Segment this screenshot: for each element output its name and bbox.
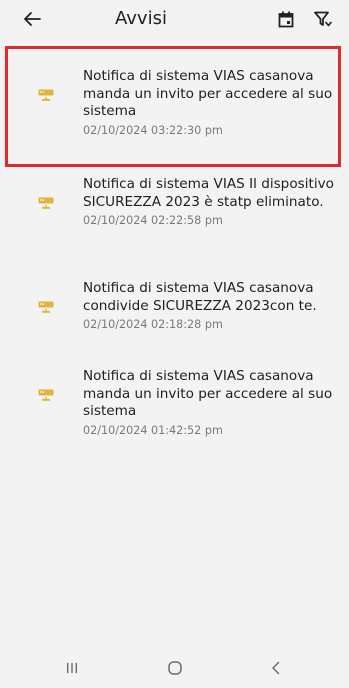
notification-timestamp: 02/10/2024 02:22:58 pm	[83, 214, 223, 227]
device-icon	[38, 386, 54, 401]
device-icon	[38, 86, 54, 101]
notification-timestamp: 02/10/2024 01:42:52 pm	[83, 423, 223, 437]
notification-message: Notifica di sistema VIAS Il dispositivo …	[83, 176, 334, 210]
notification-message: Notifica di sistema VIAS casanova condiv…	[83, 280, 317, 314]
calendar-icon[interactable]	[276, 9, 296, 29]
arrow-left-icon[interactable]	[21, 8, 43, 30]
home-icon[interactable]	[165, 658, 185, 678]
system-nav-bar	[0, 648, 349, 688]
filter-icon[interactable]	[313, 9, 333, 29]
device-icon	[38, 298, 54, 313]
recents-icon[interactable]	[62, 658, 82, 678]
notification-message: Notifica di sistema VIAS casanova manda …	[83, 368, 333, 419]
notification-timestamp: 02/10/2024 02:18:28 pm	[83, 318, 223, 331]
back-chevron-icon[interactable]	[266, 658, 286, 678]
notification-timestamp: 02/10/2024 03:22:30 pm	[83, 123, 223, 137]
notifications-screen: Avvisi Notifica di sistema VIAS casanova…	[0, 0, 349, 688]
device-icon	[38, 194, 54, 209]
app-bar: Avvisi	[0, 0, 349, 38]
page-title: Avvisi	[115, 8, 167, 29]
notification-message: Notifica di sistema VIAS casanova manda …	[83, 68, 333, 119]
